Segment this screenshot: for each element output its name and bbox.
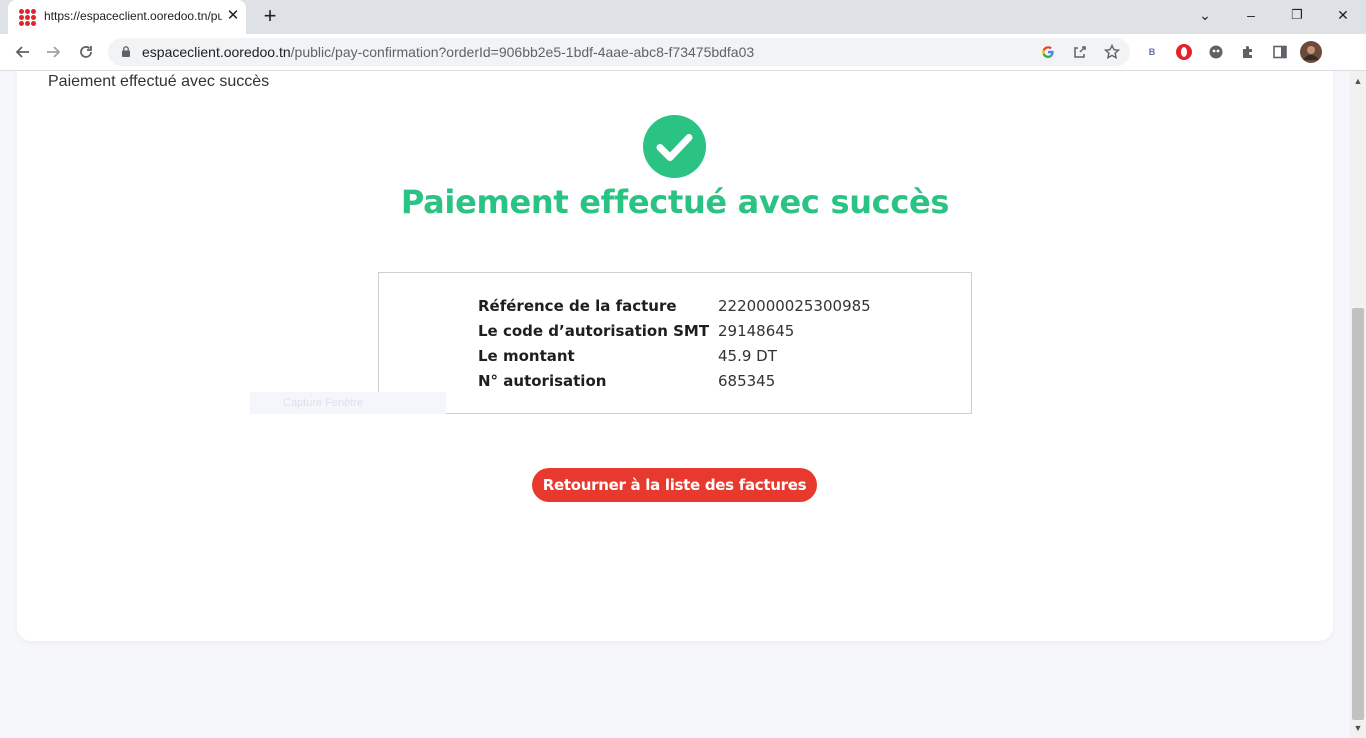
detail-row-reference: Référence de la facture 2220000025300985 <box>478 297 938 321</box>
url-domain: espaceclient.ooredoo.tn <box>142 44 291 60</box>
lock-icon <box>122 46 130 57</box>
detail-value: 29148645 <box>718 322 795 340</box>
tab-search-button[interactable]: ⌄ <box>1191 4 1219 26</box>
extensions-puzzle-icon[interactable] <box>1237 41 1259 63</box>
detail-value: 2220000025300985 <box>718 297 871 315</box>
bookmark-star-icon[interactable] <box>1102 42 1122 62</box>
page-viewport: Paiement effectué avec succès Paiement e… <box>0 71 1350 738</box>
scroll-up-arrow-icon[interactable]: ▲ <box>1350 73 1366 89</box>
detail-label: Le montant <box>478 347 575 365</box>
browser-tab-strip: https://espaceclient.ooredoo.tn/pu ✕ + ⌄… <box>0 0 1366 34</box>
scrollbar-thumb[interactable] <box>1352 308 1364 720</box>
share-icon[interactable] <box>1070 42 1090 62</box>
restore-button[interactable]: ❐ <box>1283 4 1311 26</box>
page-breadcrumb: Paiement effectué avec succès <box>48 73 270 90</box>
ooredoo-favicon-icon <box>19 9 36 26</box>
ghost-extension-icon[interactable] <box>1205 41 1227 63</box>
url-path: /public/pay-confirmation?orderId=906bb2e… <box>290 44 755 60</box>
reload-button[interactable] <box>74 40 98 64</box>
faded-capture-caption: Capture Fenêtre <box>250 392 446 414</box>
return-to-invoices-button[interactable]: Retourner à la liste des factures <box>532 468 817 502</box>
detail-value: 45.9 DT <box>718 347 777 365</box>
tab-close-icon[interactable]: ✕ <box>224 7 242 25</box>
detail-label: Référence de la facture <box>478 297 677 315</box>
url-text: espaceclient.ooredoo.tn/public/pay-confi… <box>142 44 754 60</box>
profile-avatar[interactable] <box>1300 41 1322 63</box>
extension-b-icon[interactable]: B <box>1141 41 1163 63</box>
new-tab-button[interactable]: + <box>258 5 282 29</box>
tab-title: https://espaceclient.ooredoo.tn/pu <box>44 9 222 23</box>
forward-button[interactable] <box>42 40 66 64</box>
success-title: Paiement effectué avec succès <box>400 183 950 221</box>
detail-value: 685345 <box>718 372 776 390</box>
scroll-down-arrow-icon[interactable]: ▼ <box>1350 720 1366 736</box>
detail-label: N° autorisation <box>478 372 607 390</box>
address-bar[interactable]: espaceclient.ooredoo.tn/public/pay-confi… <box>108 38 1130 66</box>
detail-row-amount: Le montant 45.9 DT <box>478 347 938 371</box>
google-icon[interactable] <box>1038 42 1058 62</box>
forward-arrow-icon <box>47 46 61 58</box>
opera-extension-icon[interactable] <box>1173 41 1195 63</box>
detail-row-auth-code: Le code d’autorisation SMT 29148645 <box>478 322 938 346</box>
minimize-button[interactable]: – <box>1237 4 1265 26</box>
side-panel-icon[interactable] <box>1269 41 1291 63</box>
check-circle-icon <box>643 115 706 178</box>
back-button[interactable] <box>10 40 34 64</box>
confirmation-card: Paiement effectué avec succès Paiement e… <box>17 71 1333 641</box>
browser-tab[interactable]: https://espaceclient.ooredoo.tn/pu ✕ <box>8 0 246 34</box>
reload-icon <box>80 46 92 58</box>
detail-label: Le code d’autorisation SMT <box>478 322 710 340</box>
back-arrow-icon <box>15 46 29 58</box>
page-scrollbar[interactable]: ▲ ▼ <box>1350 71 1366 738</box>
browser-toolbar: espaceclient.ooredoo.tn/public/pay-confi… <box>0 34 1366 71</box>
detail-row-auth-number: N° autorisation 685345 <box>478 372 938 396</box>
window-close-button[interactable]: ✕ <box>1329 4 1357 26</box>
payment-details-box: Référence de la facture 2220000025300985… <box>378 272 972 414</box>
